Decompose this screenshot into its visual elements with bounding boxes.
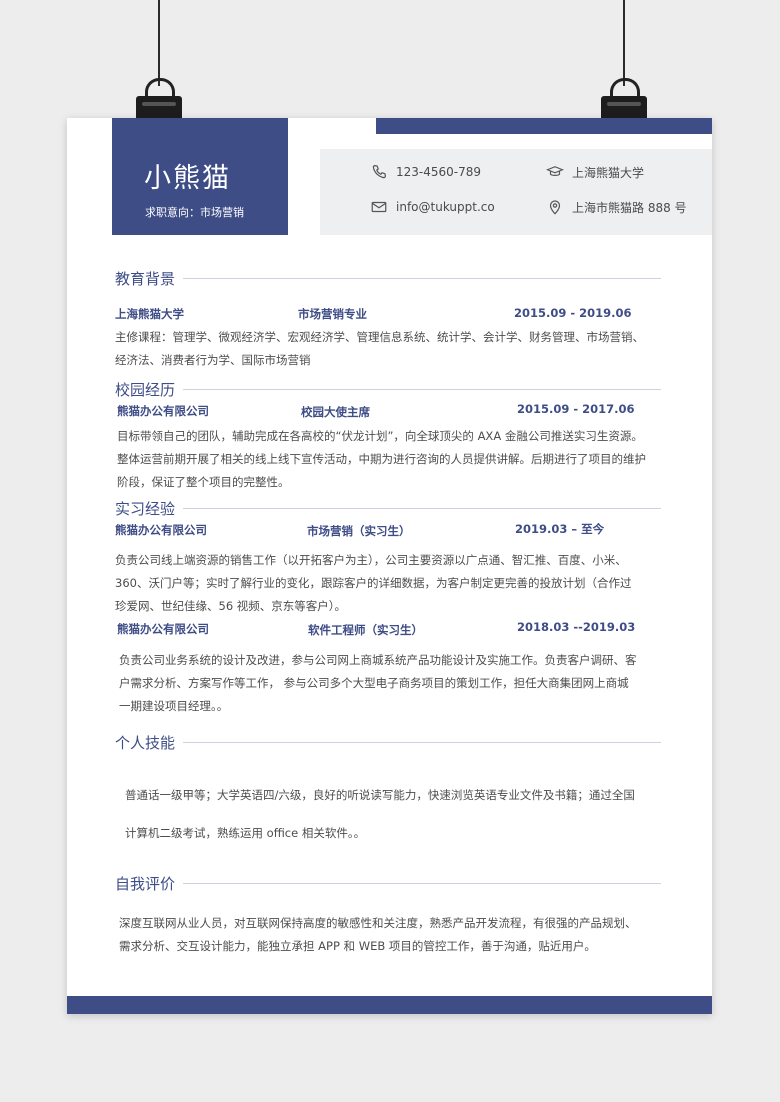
contact-phone: 123-4560-789 [370, 163, 481, 181]
graduation-cap-icon [546, 166, 564, 176]
school-text: 上海熊猫大学 [572, 165, 645, 180]
description-line: 负责公司线上端资源的销售工作（以开拓客户为主），公司主要资源以广点通、智汇推、百… [115, 553, 627, 567]
section-divider [183, 278, 661, 279]
internship-1-company: 熊猫办公有限公司 [115, 523, 207, 537]
description-line: 一期建设项目经理。。 [119, 699, 229, 713]
section-divider [183, 389, 661, 390]
location-pin-icon [549, 200, 561, 215]
section-divider [183, 742, 661, 743]
phone-text: 123-4560-789 [396, 165, 482, 179]
description-line: 整体运营前期开展了相关的线上线下宣传活动，中期为进行咨询的人员提供讲解。后期进行… [117, 452, 646, 466]
internship-1-role: 市场营销（实习生） [307, 524, 411, 538]
self-evaluation-description: 深度互联网从业人员，对互联网保持高度的敏感性和关注度，熟悉产品开发流程，有很强的… [119, 912, 689, 958]
internship-2-description: 负责公司业务系统的设计及改进，参与公司网上商城系统产品功能设计及实施工作。负责客… [119, 649, 689, 718]
description-line: 负责公司业务系统的设计及改进，参与公司网上商城系统产品功能设计及实施工作。负责客… [119, 653, 637, 667]
campus-period: 2015.09 - 2017.06 [517, 402, 635, 416]
internship-2-company: 熊猫办公有限公司 [117, 622, 209, 636]
bottom-accent-bar [67, 996, 712, 1014]
email-icon [371, 201, 387, 213]
education-school: 上海熊猫大学 [115, 307, 184, 321]
description-line: 普通话一级甲等；大学英语四/六级，良好的听说读写能力，快速浏览英语专业文件及书籍… [125, 788, 635, 802]
section-title-campus: 校园经历 [115, 381, 176, 399]
internship-2-period: 2018.03 --2019.03 [517, 620, 636, 634]
top-accent-bar [376, 118, 712, 134]
description-line: 360、沃门户等；实时了解行业的变化，跟踪客户的详细数据，为客户制定更完善的投放… [115, 576, 632, 590]
hanging-wire-left [158, 0, 160, 86]
education-major: 市场营销专业 [298, 307, 367, 321]
description-line: 计算机二级考试，熟练运用 office 相关软件。。 [125, 826, 366, 840]
internship-1-description: 负责公司线上端资源的销售工作（以开拓客户为主），公司主要资源以广点通、智汇推、百… [115, 549, 685, 618]
phone-icon [372, 165, 386, 179]
education-courses: 主修课程：管理学、微观经济学、宏观经济学、管理信息系统、统计学、会计学、财务管理… [115, 326, 675, 372]
description-line: 户需求分析、方案写作等工作， 参与公司多个大型电子商务项目的策划工作，担任大商集… [119, 676, 629, 690]
description-line: 需求分析、交互设计能力，能独立承担 APP 和 WEB 项目的管控工作，善于沟通… [119, 939, 596, 953]
resume-page: 小熊猫 求职意向：市场营销 123-4560-789 info@tukuppt.… [67, 118, 712, 1014]
campus-role: 校园大使主席 [301, 405, 370, 419]
education-period: 2015.09 - 2019.06 [514, 306, 632, 320]
campus-description: 目标带领自己的团队，辅助完成在各高校的“伏龙计划”，向全球顶尖的 AXA 金融公… [117, 425, 687, 494]
candidate-name: 小熊猫 [144, 163, 231, 194]
contact-school: 上海熊猫大学 [546, 163, 644, 181]
campus-company: 熊猫办公有限公司 [117, 404, 209, 418]
internship-1-period: 2019.03 – 至今 [515, 522, 605, 536]
description-line: 阶段，保证了整个项目的完整性。 [117, 475, 290, 489]
hanging-wire-right [623, 0, 625, 86]
contact-address: 上海市熊猫路 888 号 [546, 198, 687, 216]
section-divider [183, 508, 661, 509]
contact-panel: 123-4560-789 info@tukuppt.co 上海熊猫大学 上海市熊… [320, 149, 712, 235]
internship-2-role: 软件工程师（实习生） [308, 623, 423, 637]
section-title-skills: 个人技能 [115, 734, 176, 752]
courses-line: 主修课程：管理学、微观经济学、宏观经济学、管理信息系统、统计学、会计学、财务管理… [115, 330, 644, 344]
section-title-internship: 实习经验 [115, 500, 176, 518]
section-title-self-evaluation: 自我评价 [115, 875, 176, 893]
skills-description: 普通话一级甲等；大学英语四/六级，良好的听说读写能力，快速浏览英语专业文件及书籍… [125, 776, 695, 852]
contact-email: info@tukuppt.co [370, 198, 495, 216]
job-intent: 求职意向：市场营销 [145, 206, 244, 219]
description-line: 目标带领自己的团队，辅助完成在各高校的“伏龙计划”，向全球顶尖的 AXA 金融公… [117, 429, 643, 443]
section-divider [183, 883, 661, 884]
name-block: 小熊猫 求职意向：市场营销 [112, 118, 288, 235]
description-line: 深度互联网从业人员，对互联网保持高度的敏感性和关注度，熟悉产品开发流程，有很强的… [119, 916, 637, 930]
description-line: 珍爱网、世纪佳缘、56 视频、京东等客户）。 [115, 599, 347, 613]
email-text: info@tukuppt.co [396, 200, 495, 214]
section-title-education: 教育背景 [115, 270, 176, 288]
address-text: 上海市熊猫路 888 号 [572, 200, 687, 215]
courses-line: 经济法、消费者行为学、国际市场营销 [115, 353, 311, 367]
